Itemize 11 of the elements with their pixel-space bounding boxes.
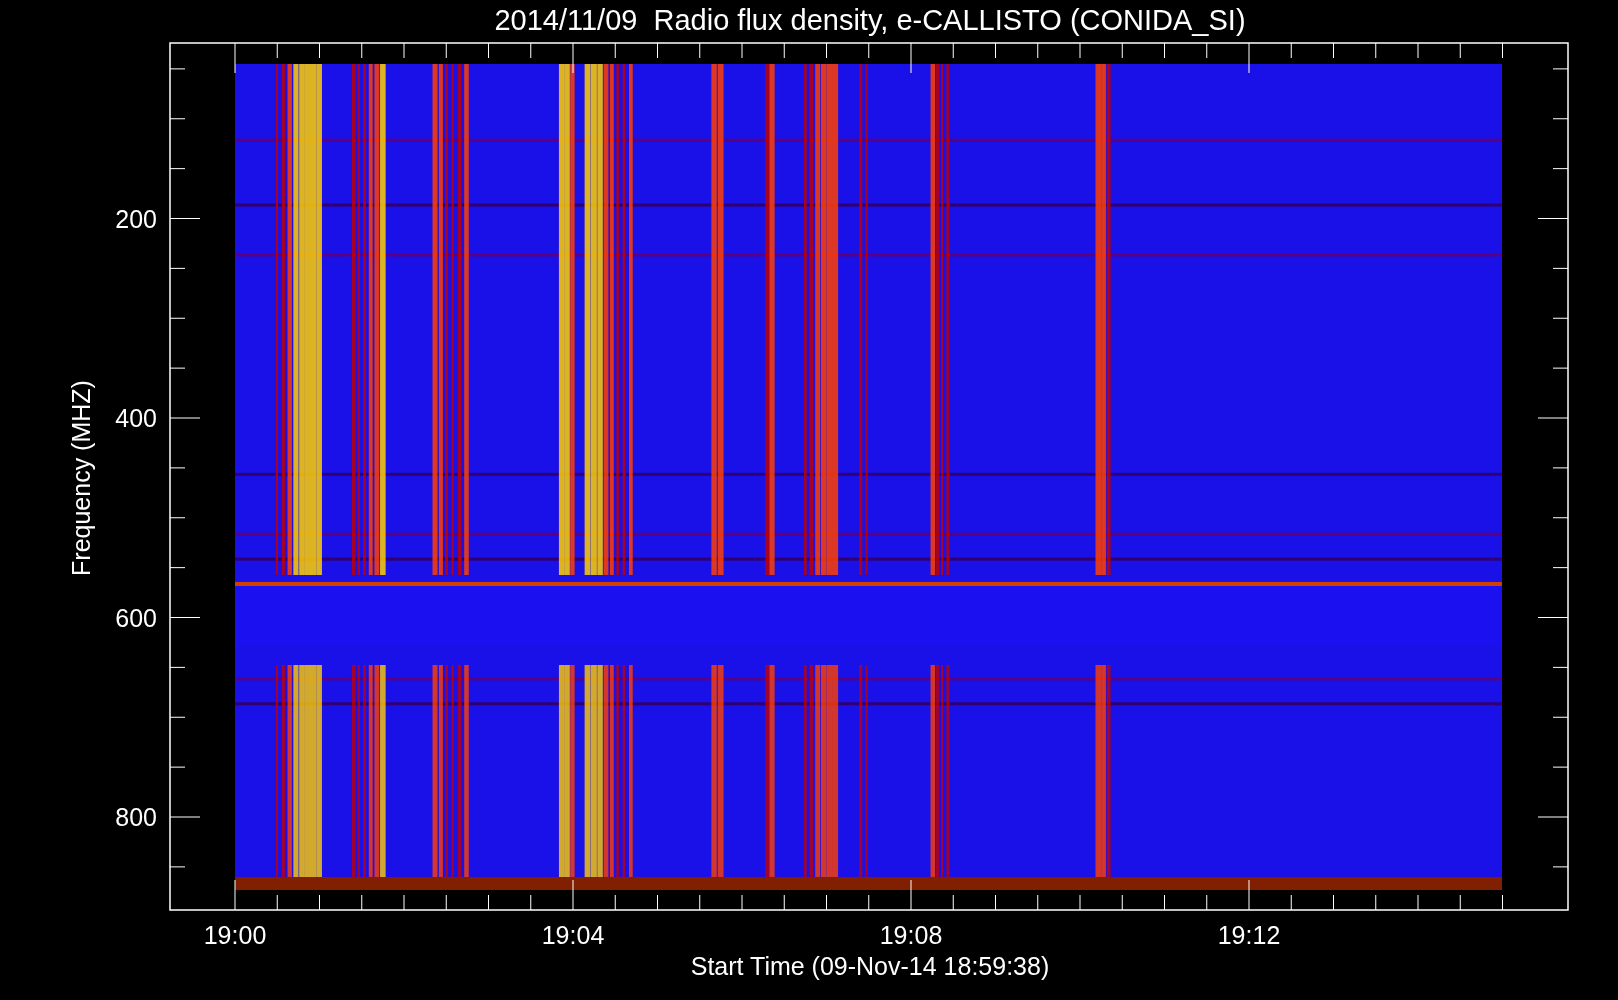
chart-title: 2014/11/09 Radio flux density, e-CALLISTO (CONIDA_SI)	[494, 4, 1246, 36]
x-axis-label: Start Time (09-Nov-14 18:59:38)	[690, 952, 1050, 980]
x-tick-label: 19:08	[879, 921, 943, 949]
y-tick-label: 600	[115, 603, 157, 632]
y-tick-label: 800	[115, 803, 157, 831]
y-axis-label: Frequency (MHZ)	[67, 380, 95, 576]
y-tick-label: 400	[115, 404, 157, 432]
x-tick-label: 19:12	[1217, 921, 1281, 949]
x-tick-label: 19:00	[203, 921, 267, 949]
x-tick-label: 19:04	[541, 921, 605, 949]
y-tick-label: 200	[115, 204, 157, 233]
